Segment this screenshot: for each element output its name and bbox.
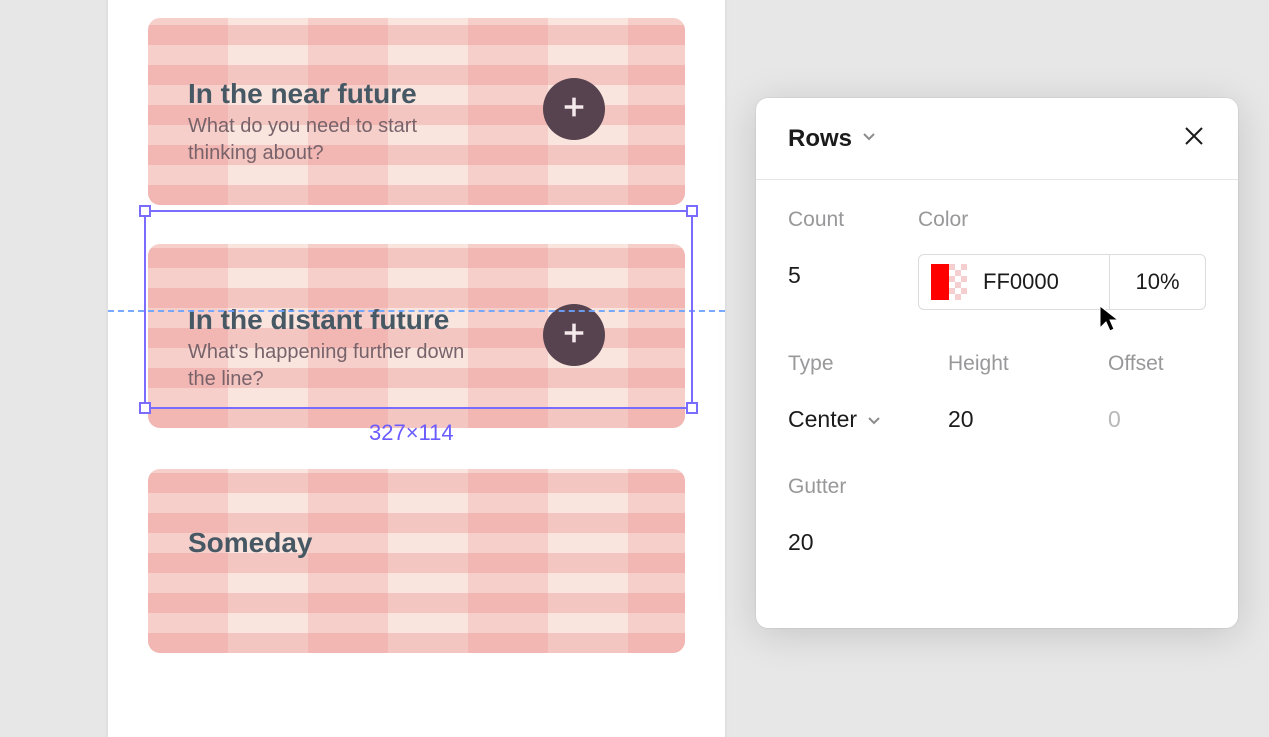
add-button[interactable] (543, 78, 605, 140)
count-label: Count (788, 208, 918, 232)
card-title: Someday (188, 527, 313, 559)
design-canvas[interactable]: There's no time like the present Plan fo… (108, 0, 725, 737)
card-distant-future[interactable]: In the distant future What's happening f… (148, 244, 685, 428)
offset-input[interactable]: 0 (1108, 406, 1206, 433)
color-label: Color (918, 208, 1206, 232)
card-someday[interactable]: Someday (148, 469, 685, 653)
popover-title-dropdown[interactable]: Rows (788, 125, 876, 153)
card-desc: What do you need to start thinking about… (188, 113, 468, 167)
color-opacity-input[interactable]: 10% (1109, 255, 1205, 309)
card-near-future[interactable]: In the near future What do you need to s… (148, 18, 685, 205)
count-input[interactable]: 5 (788, 262, 918, 289)
plus-icon (560, 319, 588, 352)
chevron-down-icon (867, 406, 881, 433)
close-button[interactable] (1180, 125, 1208, 153)
card-desc: What's happening further down the line? (188, 339, 468, 393)
add-button[interactable] (543, 304, 605, 366)
height-label: Height (948, 352, 1108, 376)
offset-label: Offset (1108, 352, 1206, 376)
gutter-label: Gutter (788, 475, 1206, 499)
height-input[interactable]: 20 (948, 406, 1108, 433)
type-dropdown[interactable]: Center (788, 406, 948, 433)
close-icon (1182, 124, 1206, 153)
chevron-down-icon (862, 129, 876, 148)
layout-grid-popover: Rows Count 5 Color (756, 98, 1238, 628)
color-swatch[interactable] (931, 264, 967, 300)
selection-dimensions: 327×114 (369, 420, 454, 446)
type-value: Center (788, 406, 857, 433)
gutter-input[interactable]: 20 (788, 529, 1206, 556)
alignment-guide (108, 310, 725, 312)
popover-title: Rows (788, 125, 852, 153)
plus-icon (560, 93, 588, 126)
card-title: In the distant future (188, 304, 449, 336)
color-input[interactable]: FF0000 10% (918, 254, 1206, 310)
card-title: In the near future (188, 78, 417, 110)
color-hex-input[interactable]: FF0000 (967, 269, 1109, 295)
type-label: Type (788, 352, 948, 376)
